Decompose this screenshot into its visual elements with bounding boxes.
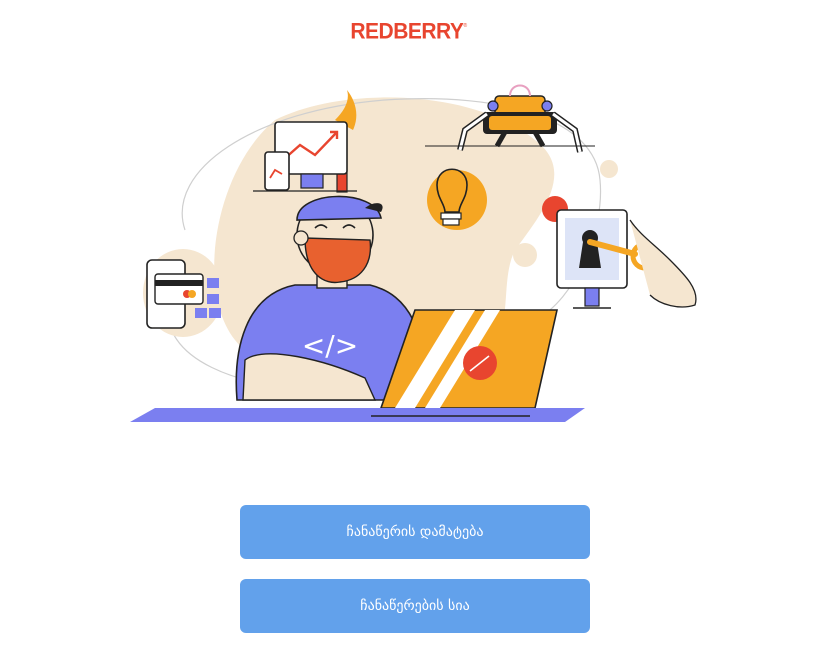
phone-card-icon bbox=[143, 249, 223, 337]
entries-list-button[interactable]: ჩანაწერების სია bbox=[240, 579, 590, 633]
code-symbol: </> bbox=[302, 329, 358, 362]
logo-text: REDBERRY bbox=[350, 19, 464, 44]
add-entry-button[interactable]: ჩანაწერის დამატება bbox=[240, 505, 590, 559]
lock-key-icon bbox=[556, 209, 697, 309]
desk-surface bbox=[130, 408, 585, 422]
trademark-symbol: ® bbox=[463, 22, 467, 29]
developer-illustration: </> bbox=[130, 84, 697, 422]
redberry-logo: REDBERRY® bbox=[0, 19, 817, 44]
